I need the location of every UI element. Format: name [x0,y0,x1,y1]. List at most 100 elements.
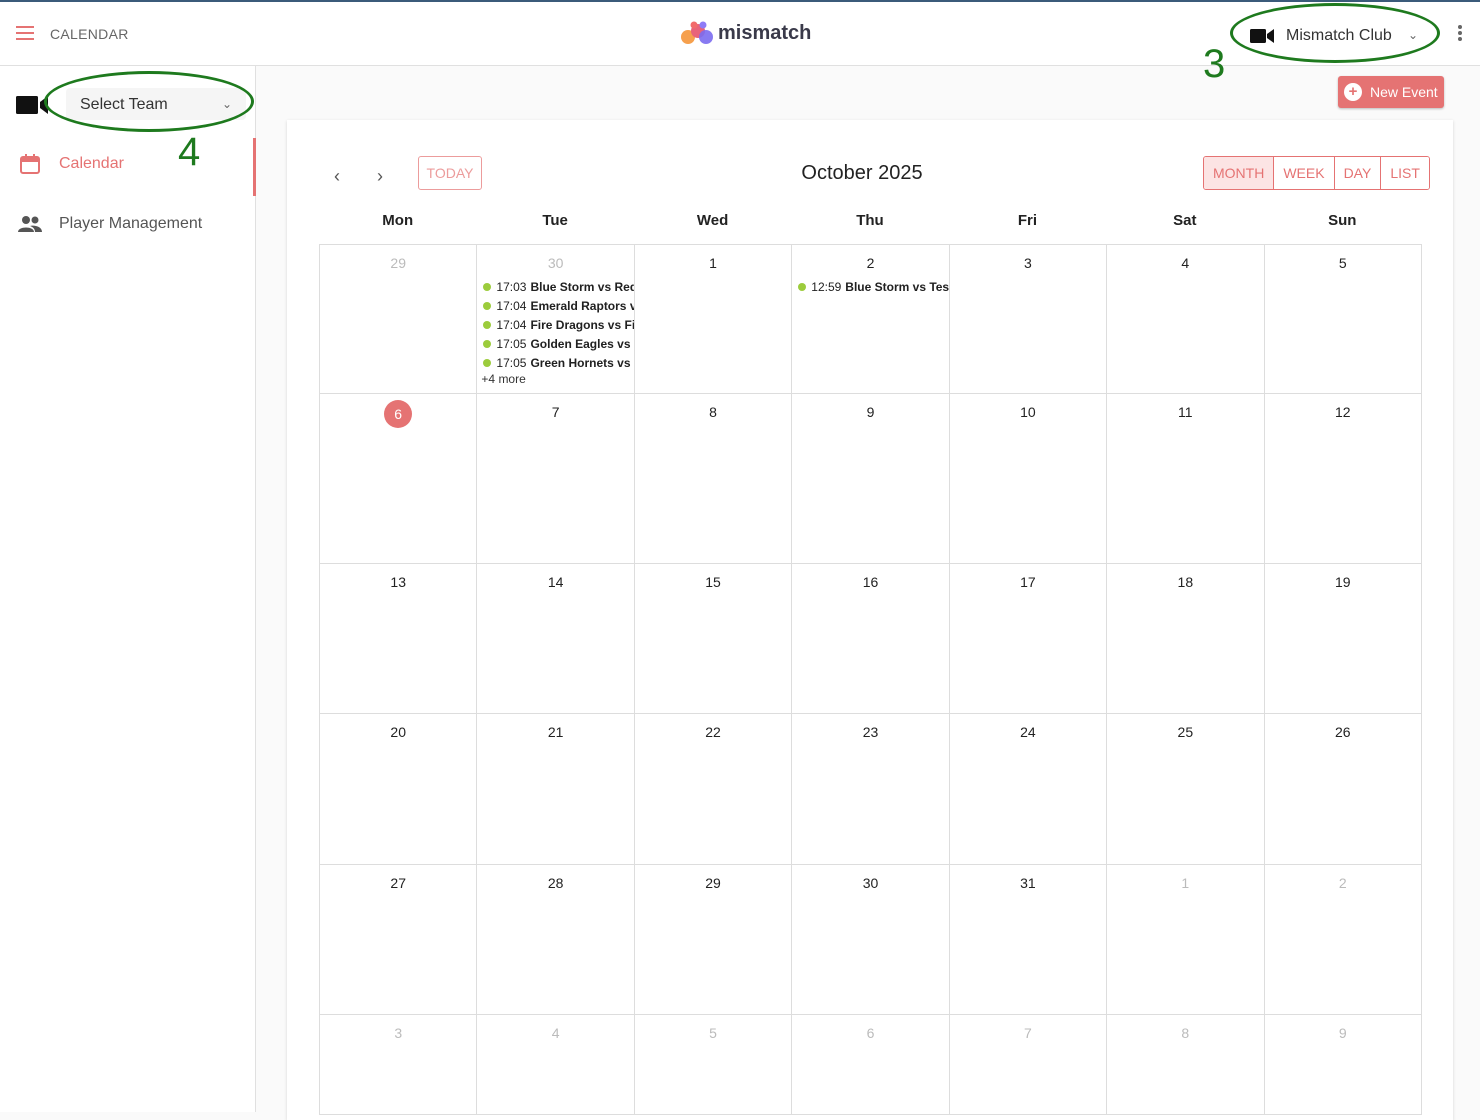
date-number[interactable]: 5 [635,1025,791,1043]
calendar-event[interactable]: 17:05Green Hornets vs Gr [477,353,634,372]
prev-month-button[interactable]: ‹ [325,164,349,188]
date-number[interactable]: 29 [320,255,476,273]
date-number[interactable]: 16 [792,574,948,592]
date-number[interactable]: 30 [477,255,633,273]
day-cell[interactable]: 4 [477,1015,635,1115]
date-number[interactable]: 3 [950,255,1106,273]
date-number[interactable]: 11 [1107,404,1263,422]
calendar-event[interactable]: 17:03Blue Storm vs Red S [477,277,634,296]
view-day-button[interactable]: DAY [1334,157,1382,189]
date-number[interactable]: 7 [950,1025,1106,1043]
sidebar-item-calendar[interactable]: Calendar [0,138,256,196]
day-cell[interactable]: 12 [1264,394,1422,564]
view-week-button[interactable]: WEEK [1274,157,1335,189]
date-number[interactable]: 15 [635,574,791,592]
day-cell[interactable]: 22 [634,714,793,865]
day-cell[interactable]: 29 [634,865,793,1015]
date-number[interactable]: 8 [1107,1025,1263,1043]
date-number[interactable]: 24 [950,724,1106,742]
day-cell[interactable]: 20 [320,714,478,865]
date-number[interactable]: 29 [635,875,791,893]
day-cell[interactable]: 7 [477,394,635,564]
sidebar-item-player-management[interactable]: Player Management [0,200,256,248]
day-cell[interactable]: 2 [1264,865,1422,1015]
day-cell[interactable]: 27 [320,865,478,1015]
date-number[interactable]: 17 [950,574,1106,592]
date-number[interactable]: 5 [1265,255,1421,273]
day-cell[interactable]: 3 [320,1015,478,1115]
date-number[interactable]: 23 [792,724,948,742]
view-month-button[interactable]: MONTH [1204,157,1275,189]
more-events-link[interactable]: +4 more [477,372,633,386]
team-select-box[interactable]: Select Team ⌄ [66,88,246,120]
date-number[interactable]: 18 [1107,574,1263,592]
day-cell[interactable]: 14 [477,564,635,714]
date-number[interactable]: 27 [320,875,476,893]
calendar-event[interactable]: 17:04Fire Dragons vs Fire [477,315,634,334]
date-number[interactable]: 31 [950,875,1106,893]
date-number[interactable]: 22 [635,724,791,742]
day-cell[interactable]: 30 [792,865,950,1015]
date-number[interactable]: 6 [792,1025,948,1043]
day-cell[interactable]: 6 [792,1015,950,1115]
day-cell[interactable]: 17 [949,564,1108,714]
calendar-event[interactable]: 17:05Golden Eagles vs Go [477,334,634,353]
day-cell[interactable]: 23 [792,714,950,865]
day-cell[interactable]: 9 [792,394,950,564]
view-list-button[interactable]: LIST [1381,157,1429,189]
date-number[interactable]: 20 [320,724,476,742]
day-cell[interactable]: 3 [949,245,1108,394]
day-cell[interactable]: 15 [634,564,793,714]
date-number[interactable]: 9 [1265,1025,1421,1043]
club-selector[interactable]: Mismatch Club ⌄ [1242,16,1434,56]
day-cell[interactable]: 28 [477,865,635,1015]
date-number[interactable]: 4 [477,1025,633,1043]
next-month-button[interactable]: › [368,164,392,188]
date-number[interactable]: 21 [477,724,633,742]
team-selector[interactable]: Select Team ⌄ [14,82,246,126]
day-cell[interactable]: 26 [1264,714,1422,865]
day-cell[interactable]: 19 [1264,564,1422,714]
day-cell[interactable]: 4 [1107,245,1265,394]
date-number[interactable]: 12 [1265,404,1421,422]
date-number[interactable]: 26 [1265,724,1421,742]
day-cell[interactable]: 10 [949,394,1108,564]
date-number[interactable]: 28 [477,875,633,893]
more-options-icon[interactable] [1452,25,1468,45]
day-cell[interactable]: 13 [320,564,478,714]
today-button[interactable]: TODAY [418,156,482,190]
date-number[interactable]: 25 [1107,724,1263,742]
new-event-button[interactable]: + New Event [1338,76,1444,108]
day-cell[interactable]: 1 [1107,865,1265,1015]
date-number[interactable]: 7 [477,404,633,422]
day-cell[interactable]: 21 [477,714,635,865]
date-number[interactable]: 9 [792,404,948,422]
day-cell[interactable]: 7 [949,1015,1108,1115]
day-cell[interactable]: 18 [1107,564,1265,714]
day-cell[interactable]: 29 [320,245,478,394]
date-number[interactable]: 4 [1107,255,1263,273]
day-cell[interactable]: 9 [1264,1015,1422,1115]
date-number[interactable]: 14 [477,574,633,592]
calendar-event[interactable]: 17:04 Emerald Raptors vs [477,296,634,315]
date-number[interactable]: 8 [635,404,791,422]
date-number[interactable]: 2 [1265,875,1421,893]
day-cell[interactable]: 8 [1107,1015,1265,1115]
day-cell[interactable]: 11 [1107,394,1265,564]
day-cell[interactable]: 30 17:03Blue Storm vs Red S17:04Emerald R… [477,245,635,394]
day-cell[interactable]: 5 [1264,245,1422,394]
day-cell[interactable]: 2 12:59 Blue Storm vs Test [792,245,950,394]
day-cell[interactable]: 8 [634,394,793,564]
date-number[interactable]: 30 [792,875,948,893]
date-number[interactable]: 10 [950,404,1106,422]
day-cell[interactable]: 5 [634,1015,793,1115]
calendar-event[interactable]: 12:59 Blue Storm vs Test [792,277,949,296]
day-cell[interactable]: 25 [1107,714,1265,865]
date-number[interactable]: 2 [792,255,948,273]
app-logo[interactable]: mismatch [680,20,811,46]
date-number[interactable]: 13 [320,574,476,592]
day-cell[interactable]: 6 [320,394,478,564]
date-number[interactable]: 3 [320,1025,476,1043]
day-cell[interactable]: 16 [792,564,950,714]
day-cell[interactable]: 24 [949,714,1108,865]
